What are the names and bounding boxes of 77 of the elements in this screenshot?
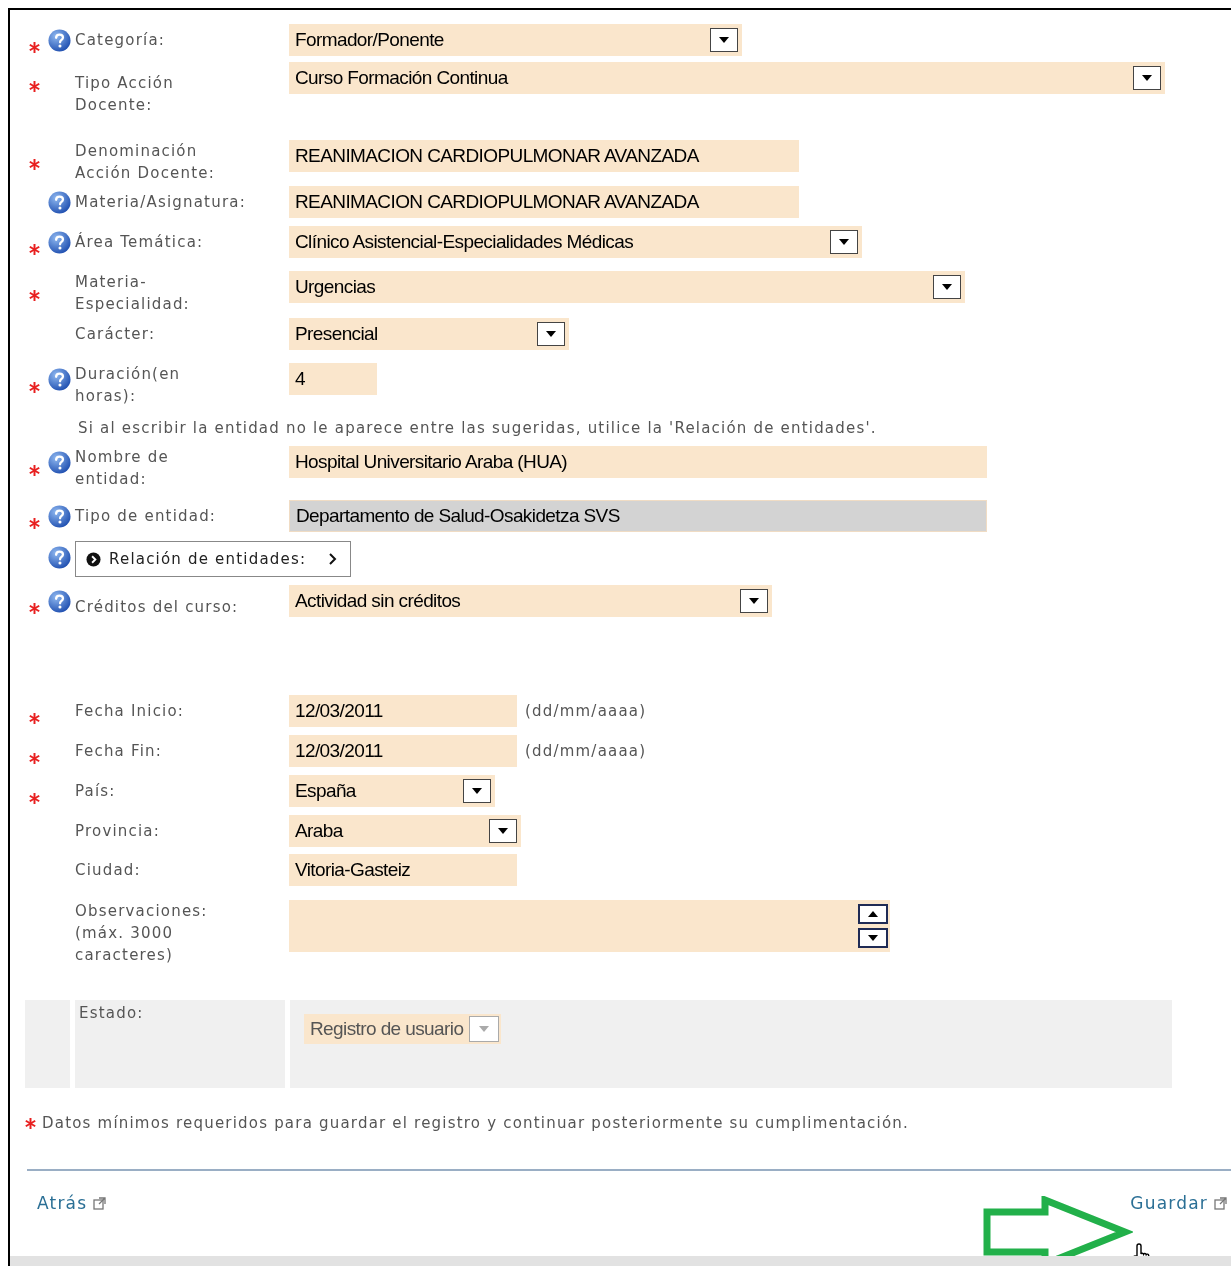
caret-down-icon (478, 1025, 491, 1033)
field-label: Carácter: (75, 324, 157, 345)
dropdown-button[interactable] (489, 819, 517, 843)
help-icon[interactable] (48, 451, 71, 474)
field-label: Provincia: (75, 821, 161, 842)
dropdown-button[interactable] (537, 322, 565, 346)
select-field[interactable]: Actividad sin créditos (289, 585, 772, 617)
field-label: Créditos del curso: (75, 597, 240, 618)
input-field[interactable]: 12/03/2011 (289, 695, 517, 727)
caret-down-icon (497, 827, 509, 835)
external-link-icon (1214, 1196, 1227, 1210)
scroll-up-button[interactable] (858, 904, 888, 924)
input-field[interactable]: REANIMACION CARDIOPULMONAR AVANZADA (289, 186, 799, 218)
hint-text: Si al escribir la entidad no le aparece entre las sugeridas, utilice la 'Relación de entidades'. (78, 417, 877, 439)
help-icon[interactable] (48, 368, 71, 391)
dropdown-button[interactable] (463, 779, 491, 803)
field-label: Materia/Asignatura: (75, 192, 247, 213)
field-label: País: (75, 781, 117, 802)
caret-up-icon (867, 910, 879, 918)
select-field[interactable]: España (289, 775, 495, 807)
select-field[interactable]: Curso Formación Continua (289, 62, 1165, 94)
field-label: Categoría: (75, 30, 167, 51)
date-format-hint: (dd/mm/aaaa) (525, 741, 647, 762)
help-icon[interactable] (48, 231, 71, 254)
help-icon[interactable] (48, 191, 71, 214)
caret-down-icon (867, 934, 879, 942)
select-field: Registro de usuario (304, 1014, 502, 1044)
field-label: Área Temática: (75, 231, 205, 253)
textarea-field[interactable] (289, 900, 890, 952)
input-field[interactable]: REANIMACION CARDIOPULMONAR AVANZADA (289, 140, 799, 172)
field-label: Duración(en horas): (75, 364, 182, 407)
help-icon[interactable] (48, 29, 71, 52)
select-field[interactable]: Formador/Ponente (289, 24, 742, 56)
date-format-hint: (dd/mm/aaaa) (525, 701, 647, 722)
caret-down-icon (471, 787, 483, 795)
field-label: Denominación Acción Docente: (75, 141, 216, 184)
field-label: Tipo de entidad: (75, 506, 218, 527)
save-link[interactable]: Guardar (1130, 1190, 1227, 1216)
help-icon[interactable] (48, 590, 71, 613)
field-label: Ciudad: (75, 860, 142, 881)
field-label: Fecha Inicio: (75, 701, 186, 722)
required-icon (25, 1117, 36, 1129)
relation-expander-button[interactable]: Relación de entidades: (75, 541, 352, 577)
input-field[interactable]: 12/03/2011 (289, 735, 517, 767)
help-icon[interactable] (48, 546, 71, 569)
back-link[interactable]: Atrás (37, 1190, 107, 1216)
caret-down-icon (838, 238, 850, 246)
dropdown-button[interactable] (740, 589, 768, 613)
arrow-circle-icon (86, 551, 101, 567)
field-label: Tipo Acción Docente: (75, 73, 175, 116)
select-field[interactable]: Presencial (289, 318, 569, 350)
input-field[interactable]: 4 (289, 363, 377, 395)
caret-down-icon (941, 283, 953, 291)
dropdown-button[interactable] (933, 275, 961, 299)
field-label: Fecha Fin: (75, 741, 163, 762)
dropdown-button[interactable] (830, 230, 858, 254)
help-icon[interactable] (48, 505, 71, 528)
input-field[interactable]: Hospital Universitario Araba (HUA) (289, 446, 987, 478)
caret-down-icon (718, 36, 730, 44)
field-label: Materia-Especialidad: (75, 272, 191, 315)
footnote-text: Datos mínimos requeridos para guardar el registro y continuar posteriormente su cumplimentación. (42, 1113, 909, 1134)
field-label: Nombre de entidad: (75, 447, 170, 490)
select-field[interactable]: Araba (289, 815, 521, 847)
dropdown-button[interactable] (1133, 66, 1161, 90)
dropdown-button[interactable] (710, 28, 738, 52)
input-field[interactable]: Vitoria-Gasteiz (289, 854, 517, 886)
chevron-icon (328, 552, 339, 566)
caret-down-icon (748, 597, 760, 605)
caret-down-icon (545, 330, 557, 338)
scroll-down-button[interactable] (858, 928, 888, 948)
select-field[interactable]: Urgencias (289, 271, 965, 303)
field-label: Observaciones: (máx. 3000 caracteres) (75, 901, 209, 966)
caret-down-icon (1141, 74, 1153, 82)
external-link-icon (93, 1196, 107, 1210)
field-label: Estado: (79, 1003, 145, 1024)
input-field[interactable]: Departamento de Salud-Osakidetza SVS (289, 500, 987, 532)
select-field[interactable]: Clínico Asistencial-Especialidades Médicas (289, 226, 862, 258)
